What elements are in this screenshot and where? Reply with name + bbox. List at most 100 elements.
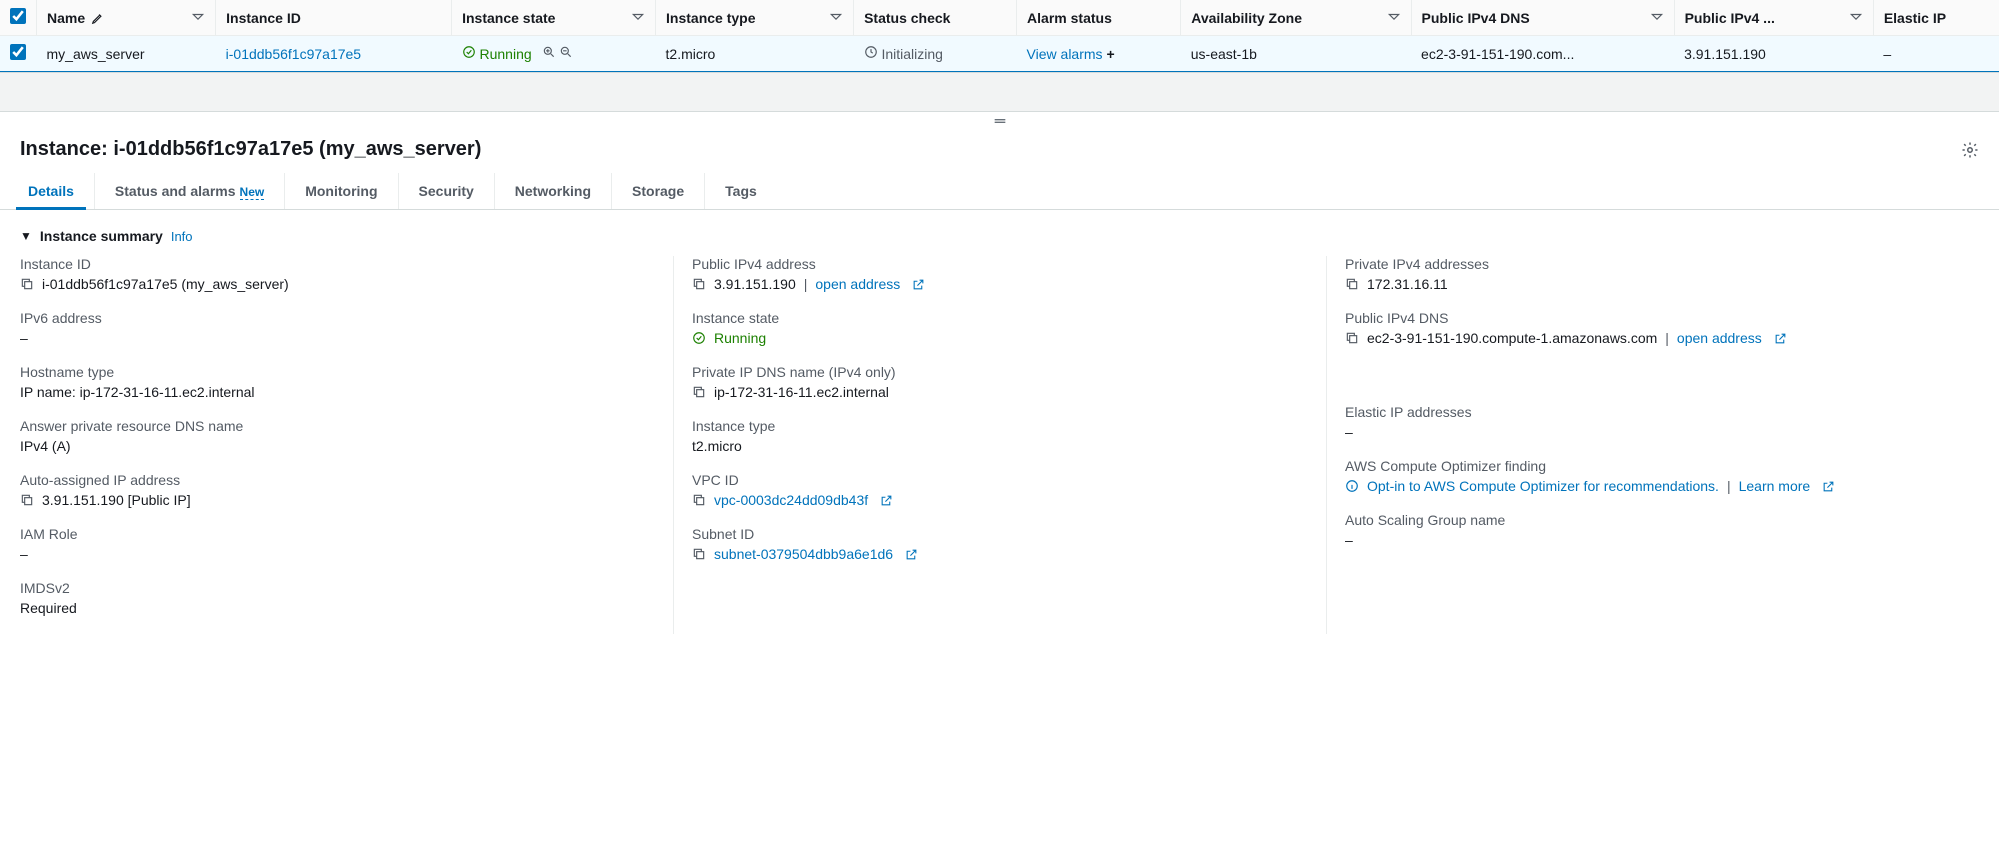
col-alarm-status[interactable]: Alarm status — [1017, 0, 1181, 36]
select-all-header[interactable] — [0, 0, 37, 36]
col-name[interactable]: Name — [37, 0, 216, 36]
view-alarms-link[interactable]: View alarms — [1027, 46, 1103, 62]
hostname-value: IP name: ip-172-31-16-11.ec2.internal — [20, 384, 255, 400]
open-address-link[interactable]: open address — [1677, 330, 1762, 346]
summary-col-3: Private IPv4 addresses 172.31.16.11 Publ… — [1326, 256, 1979, 634]
tab-storage[interactable]: Storage — [612, 173, 705, 209]
copy-icon[interactable] — [692, 385, 706, 399]
copy-icon[interactable] — [692, 493, 706, 507]
external-link-icon[interactable] — [880, 494, 893, 507]
filter-icon[interactable] — [1387, 11, 1401, 25]
vpc-id-link[interactable]: vpc-0003dc24dd09db43f — [714, 492, 868, 508]
cell-instance-id[interactable]: i-01ddb56f1c97a17e5 — [216, 36, 452, 72]
field-public-dns: Public IPv4 DNS ec2-3-91-151-190.compute… — [1345, 310, 1961, 346]
field-vpc-id: VPC ID vpc-0003dc24dd09db43f — [692, 472, 1308, 508]
imdsv2-value: Required — [20, 600, 77, 616]
col-instance-type-label: Instance type — [666, 10, 755, 26]
copy-icon[interactable] — [20, 493, 34, 507]
field-asg: Auto Scaling Group name – — [1345, 512, 1961, 548]
instance-id-link[interactable]: i-01ddb56f1c97a17e5 — [226, 46, 361, 62]
pencil-icon[interactable] — [91, 11, 105, 25]
field-public-ipv4: Public IPv4 address 3.91.151.190 |open a… — [692, 256, 1308, 292]
ipv6-value: – — [20, 330, 28, 346]
filter-icon[interactable] — [631, 11, 645, 25]
optimizer-opt-in-link[interactable]: Opt-in to AWS Compute Optimizer for reco… — [1367, 478, 1719, 494]
clock-icon — [864, 45, 878, 59]
instance-type-value: t2.micro — [692, 438, 742, 454]
cell-public-dns: ec2-3-91-151-190.com... — [1411, 36, 1674, 72]
cell-instance-type: t2.micro — [656, 36, 854, 72]
col-public-dns-label: Public IPv4 DNS — [1422, 10, 1530, 26]
select-all-checkbox[interactable] — [10, 8, 26, 24]
copy-icon[interactable] — [692, 547, 706, 561]
check-circle-icon — [692, 331, 706, 345]
field-ipv6: IPv6 address – — [20, 310, 655, 346]
filter-icon[interactable] — [1849, 11, 1863, 25]
field-private-dns: Private IP DNS name (IPv4 only) ip-172-3… — [692, 364, 1308, 400]
field-compute-optimizer: AWS Compute Optimizer finding Opt-in to … — [1345, 458, 1961, 494]
instance-state-value: Running — [714, 330, 766, 346]
tab-networking[interactable]: Networking — [495, 173, 612, 209]
tab-status-alarms[interactable]: Status and alarmsNew — [95, 173, 285, 209]
field-subnet-id: Subnet ID subnet-0379504dbb9a6e1d6 — [692, 526, 1308, 562]
col-status-check[interactable]: Status check — [854, 0, 1017, 36]
external-link-icon[interactable] — [1822, 480, 1835, 493]
subnet-id-link[interactable]: subnet-0379504dbb9a6e1d6 — [714, 546, 893, 562]
external-link-icon[interactable] — [1774, 332, 1787, 345]
drag-handle-icon[interactable] — [0, 112, 1999, 130]
col-instance-type[interactable]: Instance type — [656, 0, 854, 36]
copy-icon[interactable] — [1345, 277, 1359, 291]
collapse-caret-icon[interactable]: ▼ — [20, 229, 32, 243]
copy-icon[interactable] — [20, 277, 34, 291]
cell-status-check: Initializing — [854, 36, 1017, 72]
open-address-link[interactable]: open address — [815, 276, 900, 292]
col-instance-state[interactable]: Instance state — [452, 0, 656, 36]
table-row[interactable]: my_aws_server i-01ddb56f1c97a17e5 Runnin… — [0, 36, 1999, 72]
asg-value: – — [1345, 532, 1353, 548]
public-ip-value: 3.91.151.190 — [714, 276, 796, 292]
field-auto-ip: Auto-assigned IP address 3.91.151.190 [P… — [20, 472, 655, 508]
filter-icon[interactable] — [191, 11, 205, 25]
col-instance-id-label: Instance ID — [226, 10, 301, 26]
field-imdsv2: IMDSv2 Required — [20, 580, 655, 616]
zoom-out-icon[interactable] — [559, 45, 573, 59]
auto-ip-value: 3.91.151.190 [Public IP] — [42, 492, 191, 508]
summary-col-1: Instance ID i-01ddb56f1c97a17e5 (my_aws_… — [20, 256, 673, 634]
filter-icon[interactable] — [829, 11, 843, 25]
plus-icon[interactable]: + — [1107, 46, 1115, 62]
external-link-icon[interactable] — [912, 278, 925, 291]
external-link-icon[interactable] — [905, 548, 918, 561]
tab-details[interactable]: Details — [8, 173, 95, 209]
col-availability-zone[interactable]: Availability Zone — [1181, 0, 1411, 36]
col-elastic-ip-label: Elastic IP — [1884, 10, 1946, 26]
col-public-dns[interactable]: Public IPv4 DNS — [1411, 0, 1674, 36]
tab-tags[interactable]: Tags — [705, 173, 777, 209]
gear-icon[interactable] — [1961, 141, 1979, 159]
filter-icon[interactable] — [1650, 11, 1664, 25]
iam-role-value: – — [20, 546, 28, 562]
table-header-row: Name Instance ID Instance state Instance… — [0, 0, 1999, 36]
row-checkbox[interactable] — [10, 44, 26, 60]
instance-summary-header: ▼ Instance summary Info — [0, 210, 1999, 250]
detail-tabs: Details Status and alarmsNew Monitoring … — [0, 173, 1999, 210]
copy-icon[interactable] — [1345, 331, 1359, 345]
tab-monitoring[interactable]: Monitoring — [285, 173, 398, 209]
field-instance-id: Instance ID i-01ddb56f1c97a17e5 (my_aws_… — [20, 256, 655, 292]
col-elastic-ip[interactable]: Elastic IP — [1873, 0, 1999, 36]
copy-icon[interactable] — [692, 277, 706, 291]
learn-more-link[interactable]: Learn more — [1739, 478, 1811, 494]
info-link[interactable]: Info — [171, 229, 193, 244]
col-public-ip[interactable]: Public IPv4 ... — [1674, 0, 1873, 36]
col-instance-id[interactable]: Instance ID — [216, 0, 452, 36]
instance-detail-title: Instance: i-01ddb56f1c97a17e5 (my_aws_se… — [20, 138, 481, 161]
instances-table: Name Instance ID Instance state Instance… — [0, 0, 1999, 72]
zoom-in-icon[interactable] — [542, 45, 556, 59]
field-private-ipv4: Private IPv4 addresses 172.31.16.11 — [1345, 256, 1961, 292]
field-instance-state: Instance state Running — [692, 310, 1308, 346]
info-icon — [1345, 479, 1359, 493]
instance-summary-grid: Instance ID i-01ddb56f1c97a17e5 (my_aws_… — [0, 250, 1999, 654]
check-circle-icon — [462, 45, 476, 59]
col-public-ip-label: Public IPv4 ... — [1685, 10, 1775, 26]
cell-alarm-status[interactable]: View alarms+ — [1017, 36, 1181, 72]
tab-security[interactable]: Security — [399, 173, 495, 209]
